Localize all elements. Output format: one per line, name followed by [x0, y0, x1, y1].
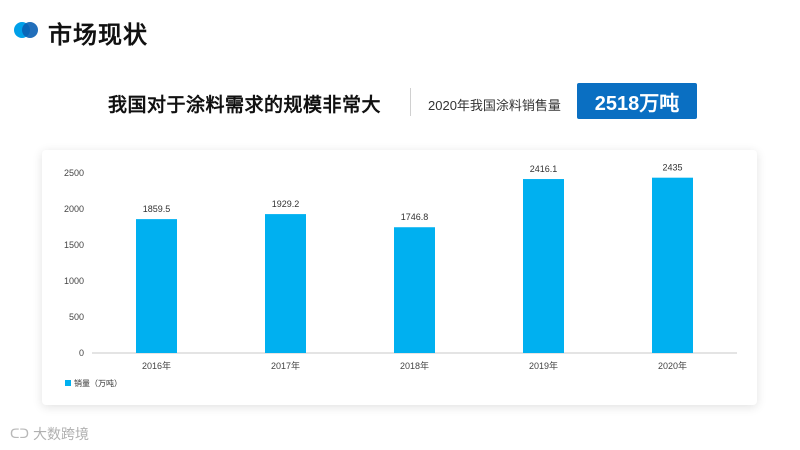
- watermark-logo-icon: ᑕᑐ: [10, 426, 29, 441]
- y-tick-label: 2500: [64, 168, 84, 178]
- x-tick-label: 2018年: [400, 360, 429, 371]
- y-tick-label: 1000: [64, 276, 84, 286]
- x-tick-label: 2020年: [658, 360, 687, 371]
- y-tick-label: 1500: [64, 240, 84, 250]
- bar: [265, 214, 306, 353]
- y-tick-label: 500: [69, 312, 84, 322]
- page-title: 市场现状: [48, 22, 148, 49]
- y-tick-label: 0: [79, 348, 84, 358]
- data-label: 1929.2: [272, 199, 300, 209]
- data-label: 2435: [662, 163, 682, 173]
- bar: [394, 227, 435, 353]
- legend-label: 销量（万吨）: [74, 378, 122, 388]
- x-tick-label: 2016年: [142, 360, 171, 371]
- sales-value-badge: 2518万吨: [577, 83, 697, 119]
- sales-label: 2020年我国涂料销售量: [428, 98, 561, 113]
- data-label: 2416.1: [530, 164, 558, 174]
- x-tick-label: 2017年: [271, 360, 300, 371]
- watermark-text: 大数跨境: [32, 426, 89, 442]
- bar: [523, 179, 564, 353]
- data-label: 1746.8: [401, 212, 429, 222]
- bar: [652, 177, 693, 353]
- divider: [410, 88, 411, 116]
- watermark: ᑕᑐ 大数跨境: [10, 424, 89, 444]
- y-tick-label: 2000: [64, 204, 84, 214]
- bar: [136, 219, 177, 353]
- accent-dot-dark: [22, 22, 38, 38]
- chart-card: 0 500 1000 1500 2000 2500 1859.5 2016年 1929.2 201…: [42, 150, 757, 405]
- data-label: 1859.5: [143, 204, 171, 214]
- legend-swatch: [65, 380, 71, 386]
- headline: 我国对于涂料需求的规模非常大: [108, 95, 382, 116]
- title-accent-icon: [14, 22, 40, 38]
- bar-chart: 0 500 1000 1500 2000 2500 1859.5 2016年 1929.2 201…: [64, 163, 737, 388]
- x-tick-label: 2019年: [529, 360, 558, 371]
